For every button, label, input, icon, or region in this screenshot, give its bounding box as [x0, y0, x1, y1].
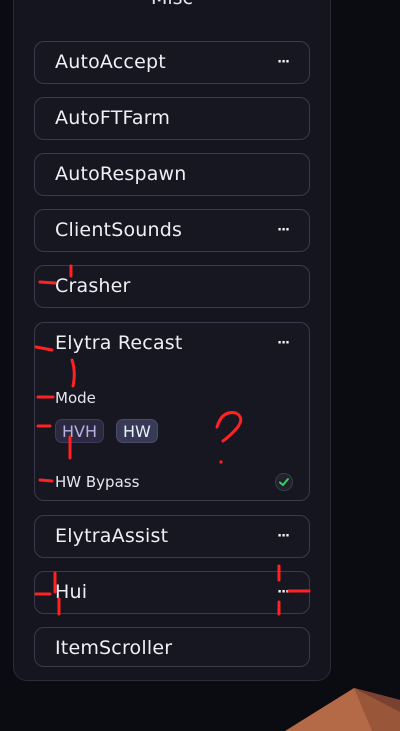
- screen: Misc AutoAccept ··· AutoFTFarm AutoRespa…: [0, 0, 400, 731]
- red-annotation-overlay: [34, 264, 311, 616]
